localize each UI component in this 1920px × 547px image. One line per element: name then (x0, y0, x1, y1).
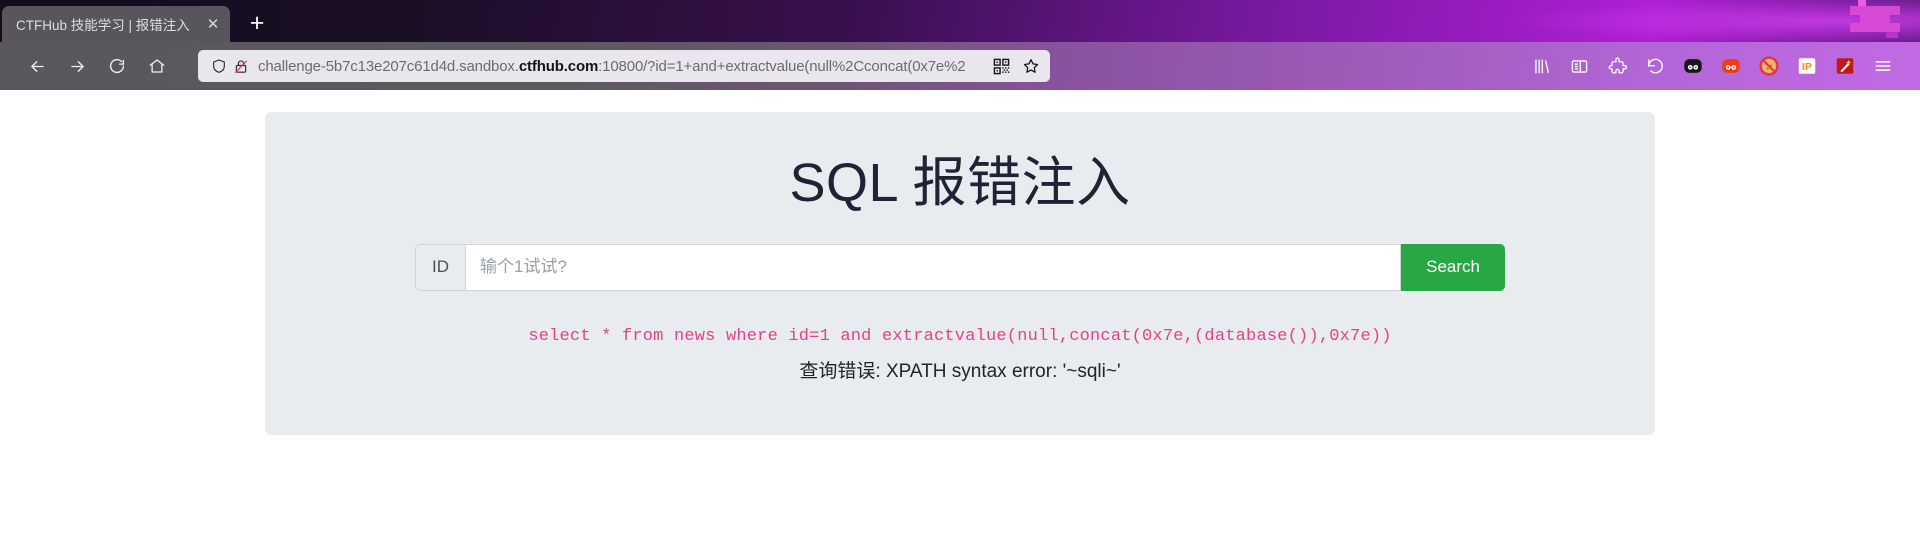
window-corner-decoration (1850, 0, 1900, 38)
jumbotron-panel: SQL 报错注入 ID Search select * from news wh… (265, 112, 1655, 435)
tab-title: CTFHub 技能学习 | 报错注入 (16, 18, 190, 33)
forward-icon[interactable] (60, 49, 94, 83)
browser-tab[interactable]: CTFHub 技能学习 | 报错注入 ✕ (2, 6, 230, 42)
cookie-block-icon[interactable] (1752, 49, 1786, 83)
svg-text:IP: IP (1802, 61, 1812, 73)
sql-query-text: select * from news where id=1 and extrac… (528, 326, 1392, 346)
search-button[interactable]: Search (1401, 243, 1505, 291)
page-viewport: SQL 报错注入 ID Search select * from news wh… (0, 90, 1920, 547)
library-icon[interactable] (1524, 49, 1558, 83)
page-title: SQL 报错注入 (789, 153, 1131, 213)
magic-wand-icon[interactable] (1828, 49, 1862, 83)
back-icon[interactable] (20, 49, 54, 83)
home-icon[interactable] (140, 49, 174, 83)
insecure-lock-icon[interactable] (230, 55, 252, 77)
app-menu-icon[interactable] (1866, 49, 1900, 83)
extensions-icon[interactable] (1600, 49, 1634, 83)
tab-strip: CTFHub 技能学习 | 报错注入 ✕ + (0, 0, 1920, 42)
url-suffix: :10800/?id=1+and+extractvalue(null%2Ccon… (598, 57, 966, 75)
qr-code-icon[interactable] (988, 53, 1014, 79)
url-text: challenge-5b7c13e207c61d4d.sandbox.ctfhu… (258, 58, 984, 75)
error-message: 查询错误: XPATH syntax error: '~sqli~' (799, 360, 1121, 382)
bookmark-star-icon[interactable] (1018, 53, 1044, 79)
url-domain: ctfhub.com (518, 57, 599, 75)
navigation-toolbar: challenge-5b7c13e207c61d4d.sandbox.ctfhu… (0, 42, 1920, 90)
undo-icon[interactable] (1638, 49, 1672, 83)
close-icon[interactable]: ✕ (202, 13, 224, 35)
reload-icon[interactable] (100, 49, 134, 83)
toolbar-right: IP (1524, 49, 1906, 83)
url-prefix: challenge-5b7c13e207c61d4d.sandbox. (258, 57, 519, 75)
panda-red-icon[interactable] (1714, 49, 1748, 83)
address-bar[interactable]: challenge-5b7c13e207c61d4d.sandbox.ctfhu… (198, 50, 1050, 82)
new-tab-button[interactable]: + (240, 6, 274, 40)
panda-dark-icon[interactable] (1676, 49, 1710, 83)
input-prefix-label: ID (415, 243, 465, 291)
id-input[interactable] (465, 243, 1402, 291)
id-search-form: ID Search (415, 243, 1505, 291)
ip-badge-icon[interactable]: IP (1790, 49, 1824, 83)
address-bar-actions (984, 53, 1044, 79)
shield-icon[interactable] (208, 55, 230, 77)
browser-window: CTFHub 技能学习 | 报错注入 ✕ + challenge-5b7c13e… (0, 0, 1920, 547)
sidebar-icon[interactable] (1562, 49, 1596, 83)
